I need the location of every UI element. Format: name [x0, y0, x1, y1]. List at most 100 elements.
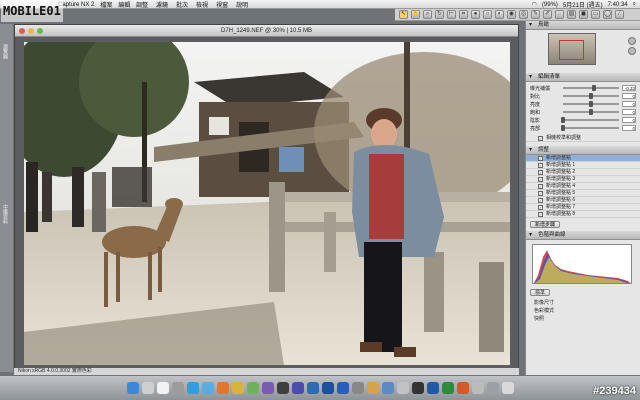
- hand-tool-icon[interactable]: ✋: [411, 10, 420, 19]
- minimize-icon[interactable]: [28, 28, 34, 34]
- exposure-slider[interactable]: [563, 85, 619, 91]
- auto-retouch-icon[interactable]: ✎: [531, 10, 540, 19]
- edit-list-title[interactable]: 編輯清單: [526, 73, 640, 82]
- checkbox-icon[interactable]: ✓: [538, 169, 543, 175]
- white-point-icon[interactable]: ○: [483, 10, 492, 19]
- saturation-slider[interactable]: [563, 109, 619, 115]
- crop-tool-icon[interactable]: ⌗: [459, 10, 468, 19]
- finder-icon[interactable]: [126, 382, 139, 394]
- excel-icon[interactable]: [441, 382, 454, 394]
- list-item[interactable]: ✓ 新增調整點 7: [526, 204, 640, 211]
- skype-icon[interactable]: [186, 382, 199, 394]
- app-icon[interactable]: [396, 382, 409, 394]
- selection-brush-icon[interactable]: ✐: [543, 10, 552, 19]
- checkbox-icon[interactable]: ✓: [538, 197, 543, 203]
- shadows-slider[interactable]: [561, 117, 619, 123]
- list-item[interactable]: ✓ 新增調整點 4: [526, 183, 640, 190]
- calendar-icon[interactable]: [156, 382, 169, 394]
- mode-select[interactable]: 標準: [530, 288, 551, 296]
- checkbox-icon[interactable]: ✓: [538, 135, 543, 141]
- app-icon[interactable]: [366, 382, 379, 394]
- app-icon[interactable]: [381, 382, 394, 394]
- list-item[interactable]: ✓ 新增調整點 8: [526, 211, 640, 218]
- red-eye-icon[interactable]: ◎: [519, 10, 528, 19]
- marquee-tool-icon[interactable]: ▭: [591, 10, 600, 19]
- app-icon[interactable]: [276, 382, 289, 394]
- highlights-slider[interactable]: [561, 125, 619, 131]
- checkbox-icon[interactable]: ✓: [538, 183, 543, 189]
- steps-title[interactable]: 調整: [526, 146, 640, 155]
- eyedropper-icon[interactable]: ⁄: [615, 10, 624, 19]
- zoom-tool-icon[interactable]: ⌕: [423, 10, 432, 19]
- wifi-icon[interactable]: ◠: [532, 1, 537, 8]
- list-item[interactable]: ✓ 新增調整點 5: [526, 190, 640, 197]
- slider-value[interactable]: 0: [622, 117, 636, 123]
- pointer-tool-icon[interactable]: ↖: [399, 10, 408, 19]
- app-icon[interactable]: [471, 382, 484, 394]
- date-label[interactable]: 5月21日 (週五): [563, 0, 603, 9]
- birdseye-thumbnail[interactable]: [548, 33, 596, 65]
- dashboard-icon[interactable]: [141, 382, 154, 394]
- brightness-slider[interactable]: [563, 101, 619, 107]
- trash-icon[interactable]: [501, 382, 514, 394]
- app-icon[interactable]: [231, 382, 244, 394]
- menu-batch[interactable]: 批次: [176, 0, 188, 9]
- new-step-button[interactable]: 新增步驟: [530, 221, 561, 228]
- menu-adjust[interactable]: 調整: [136, 0, 148, 9]
- menu-file[interactable]: 檔案: [100, 0, 112, 9]
- slider-value[interactable]: 0: [622, 93, 636, 99]
- terminal-icon[interactable]: [411, 382, 424, 394]
- menu-help[interactable]: 說明: [236, 0, 248, 9]
- safari-icon[interactable]: [201, 382, 214, 394]
- menu-window[interactable]: 視窗: [216, 0, 228, 9]
- menu-view[interactable]: 檢視: [196, 0, 208, 9]
- neutral-point-icon[interactable]: ◐: [495, 10, 504, 19]
- checkbox-icon[interactable]: ✓: [538, 155, 543, 161]
- checkbox-icon[interactable]: ✓: [538, 211, 543, 217]
- photoshop-icon[interactable]: [336, 382, 349, 394]
- close-icon[interactable]: [19, 28, 25, 34]
- zoom-out-icon[interactable]: [628, 47, 636, 55]
- app-icon[interactable]: [321, 382, 334, 394]
- firefox-icon[interactable]: [216, 382, 229, 394]
- color-control-point-icon[interactable]: ◉: [507, 10, 516, 19]
- gradient-tool-icon[interactable]: ▤: [567, 10, 576, 19]
- app-icon[interactable]: [486, 382, 499, 394]
- slider-value[interactable]: -0.33: [622, 85, 636, 91]
- zoom-in-icon[interactable]: [628, 37, 636, 45]
- list-item[interactable]: ✓ 新增調整點 6: [526, 197, 640, 204]
- app-icon[interactable]: [261, 382, 274, 394]
- picture-control-row[interactable]: ✓ 相機校準和調整: [526, 135, 640, 142]
- checkbox-icon[interactable]: ✓: [538, 176, 543, 182]
- clock-label[interactable]: 7:40:34: [608, 2, 628, 8]
- zoom-icon[interactable]: [37, 28, 43, 34]
- black-point-icon[interactable]: ●: [471, 10, 480, 19]
- menu-filter[interactable]: 濾鏡: [156, 0, 168, 9]
- list-item[interactable]: ✓ 新增調整點 3: [526, 176, 640, 183]
- rotate-tool-icon[interactable]: ↻: [435, 10, 444, 19]
- app-icon[interactable]: [246, 382, 259, 394]
- slider-value[interactable]: 0: [622, 101, 636, 107]
- system-icon[interactable]: [171, 382, 184, 394]
- birdseye-panel-title[interactable]: 鳥瞰: [526, 21, 640, 30]
- checkbox-icon[interactable]: ✓: [538, 204, 543, 210]
- lightroom-icon[interactable]: [306, 382, 319, 394]
- powerpoint-icon[interactable]: [456, 382, 469, 394]
- search-icon[interactable]: ⌕: [633, 1, 636, 8]
- menu-edit[interactable]: 編輯: [118, 0, 130, 9]
- metadata-tab[interactable]: 中繼資料: [2, 204, 9, 224]
- list-item[interactable]: ✓ 新增調整點 2: [526, 169, 640, 176]
- slider-value[interactable]: 0: [622, 109, 636, 115]
- fill-tool-icon[interactable]: ◼: [579, 10, 588, 19]
- contrast-slider[interactable]: [563, 93, 619, 99]
- photo-canvas[interactable]: [24, 42, 510, 365]
- app-icon[interactable]: [291, 382, 304, 394]
- list-item[interactable]: ✓ 新增調整點 1: [526, 162, 640, 169]
- menu-app[interactable]: Capture NX 2: [58, 2, 94, 8]
- battery-label[interactable]: (99%): [542, 2, 558, 8]
- histogram-title[interactable]: 色階與曲線: [526, 231, 640, 240]
- lasso-tool-icon[interactable]: ◌: [555, 10, 564, 19]
- checkbox-icon[interactable]: ✓: [538, 190, 543, 196]
- list-item[interactable]: ✓ 新增調整點: [526, 155, 640, 162]
- slider-value[interactable]: 0: [622, 125, 636, 131]
